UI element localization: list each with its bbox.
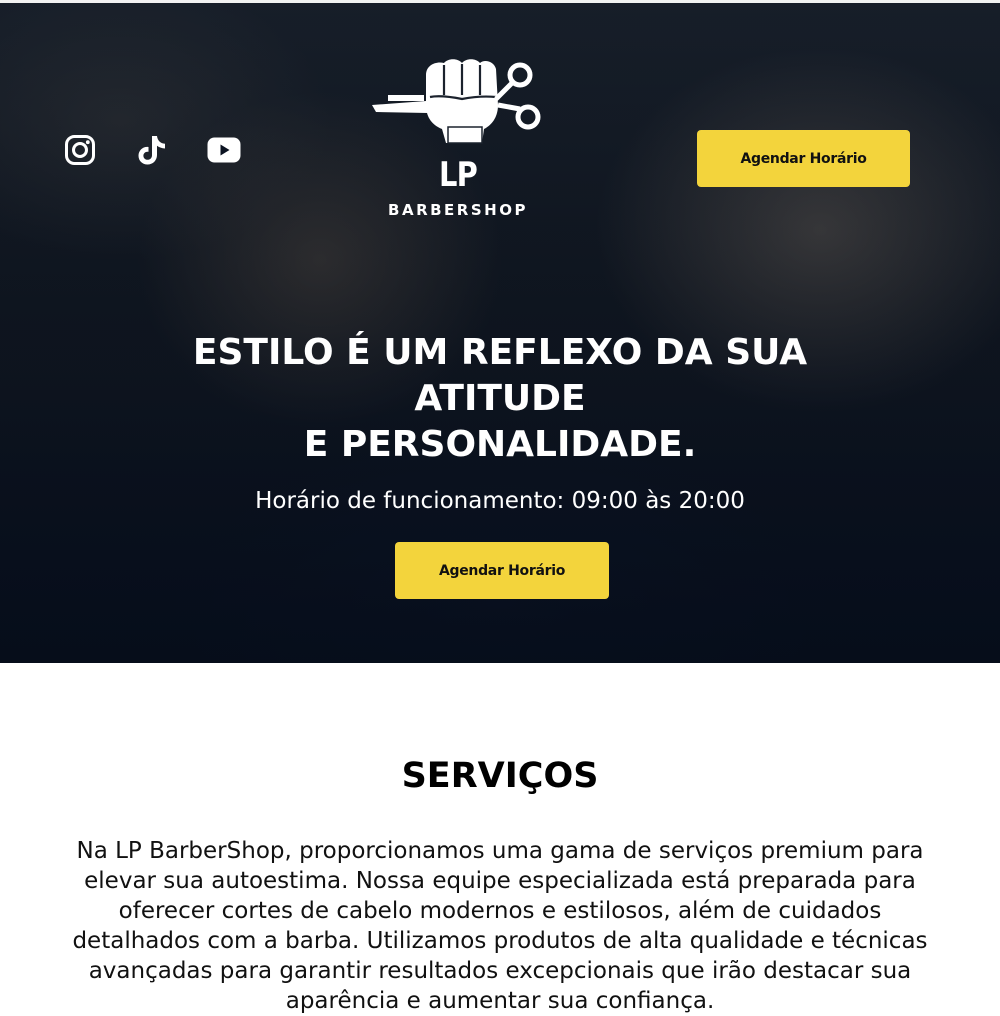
tiktok-icon	[138, 136, 165, 165]
headline-line: E PERSONALIDADE.	[303, 424, 697, 465]
services-description: Na LP BarberShop, proporcionamos uma gam…	[72, 838, 928, 1014]
logo-subtitle: BARBERSHOP	[388, 201, 528, 219]
youtube-icon	[207, 137, 241, 163]
headline-line: ATITUDE	[414, 378, 586, 419]
brand-logo[interactable]: LP BARBERSHOP	[366, 55, 550, 225]
instagram-link[interactable]	[63, 133, 97, 167]
hero-headline: ESTILO É UM REFLEXO DA SUA ATITUDE E PER…	[100, 330, 900, 468]
services-title: SERVIÇOS	[401, 756, 599, 796]
tiktok-link[interactable]	[135, 133, 169, 167]
headline-line: ESTILO É UM REFLEXO DA SUA	[192, 332, 808, 373]
instagram-icon	[65, 135, 95, 165]
logo-initials: LP	[439, 155, 478, 195]
fist-scissors-icon	[372, 59, 541, 144]
hero-section: LP BARBERSHOP Agendar Horário ESTILO É U…	[0, 0, 1000, 663]
schedule-button-header[interactable]: Agendar Horário	[697, 130, 910, 187]
social-links	[63, 133, 241, 167]
top-border	[0, 0, 1000, 3]
schedule-button-hero[interactable]: Agendar Horário	[395, 542, 609, 599]
opening-hours: Horário de funcionamento: 09:00 às 20:00	[255, 488, 745, 514]
youtube-link[interactable]	[207, 133, 241, 167]
services-section: SERVIÇOS Na LP BarberShop, proporcionamo…	[0, 663, 1000, 1014]
